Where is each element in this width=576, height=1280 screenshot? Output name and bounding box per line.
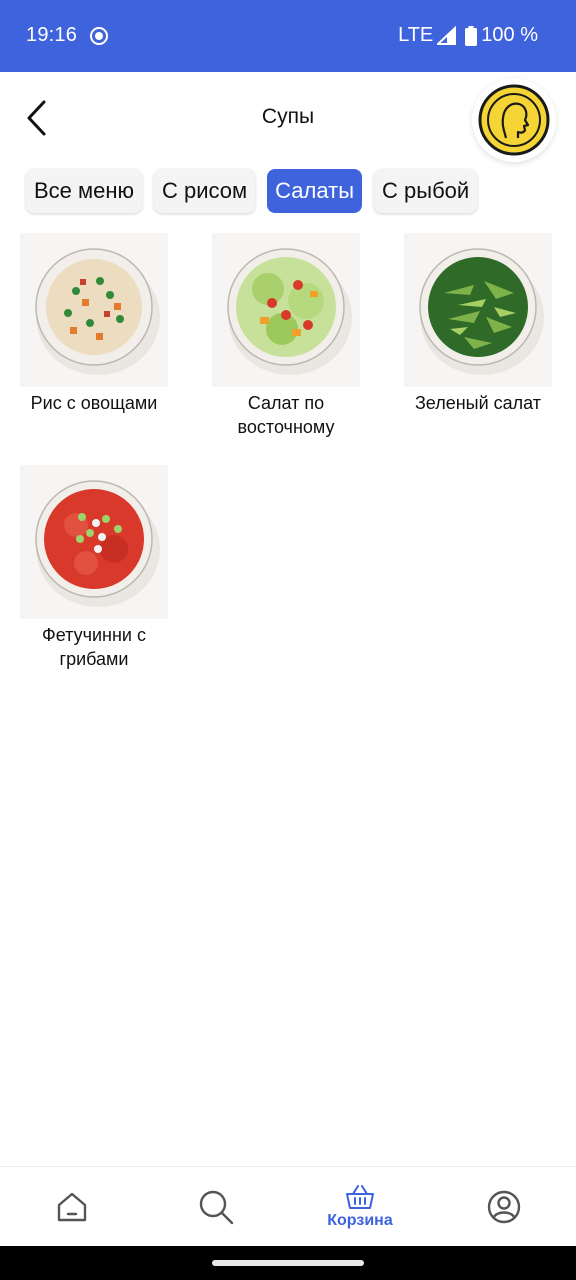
status-bar: 19:16 LTE 100 % [0, 0, 576, 72]
product-card[interactable]: Рис с овощами [20, 233, 168, 415]
product-image [212, 233, 360, 387]
home-icon [57, 1192, 87, 1222]
coins-button[interactable] [472, 78, 556, 162]
network-type: LTE [398, 24, 434, 46]
bottom-navigation: Корзина [0, 1166, 576, 1246]
nav-home[interactable] [0, 1167, 144, 1247]
product-image [20, 233, 168, 387]
nav-cart[interactable]: Корзина [288, 1167, 432, 1247]
signal-icon [437, 25, 457, 45]
status-time: 19:16 [26, 24, 78, 46]
screen-record-icon [90, 27, 108, 45]
search-icon [199, 1190, 234, 1225]
user-icon [487, 1190, 521, 1224]
product-image [404, 233, 552, 387]
product-name: Салат по восточному [237, 393, 335, 437]
coin-icon [478, 84, 550, 156]
product-name: Зеленый салат [414, 393, 542, 413]
status-indicators: LTE 100 % [398, 24, 538, 47]
basket-icon [346, 1185, 374, 1209]
battery-icon [465, 25, 478, 46]
home-gesture-handle[interactable] [212, 1260, 364, 1266]
tab-with-rice[interactable]: С рисом [154, 169, 256, 213]
product-name: Фетучинни с грибами [42, 625, 146, 669]
category-tabs: Все меню С рисом Салаты С рыбой [26, 169, 489, 213]
product-card[interactable]: Зеленый салат [404, 233, 552, 415]
nav-cart-label: Корзина [327, 1212, 393, 1229]
product-card[interactable]: Салат по восточному [212, 233, 360, 439]
product-card[interactable]: Фетучинни с грибами [20, 465, 168, 671]
nav-profile[interactable] [432, 1167, 576, 1247]
tab-all-menu[interactable]: Все меню [26, 169, 143, 213]
system-navigation-bar [0, 1246, 576, 1280]
tab-with-fish[interactable]: С рыбой [374, 169, 478, 213]
battery-percent: 100 % [481, 24, 538, 46]
product-name: Рис с овощами [30, 393, 158, 413]
product-image [20, 465, 168, 619]
tab-salads[interactable]: Салаты [267, 169, 363, 213]
header: Супы [0, 72, 576, 164]
nav-search[interactable] [144, 1167, 288, 1247]
